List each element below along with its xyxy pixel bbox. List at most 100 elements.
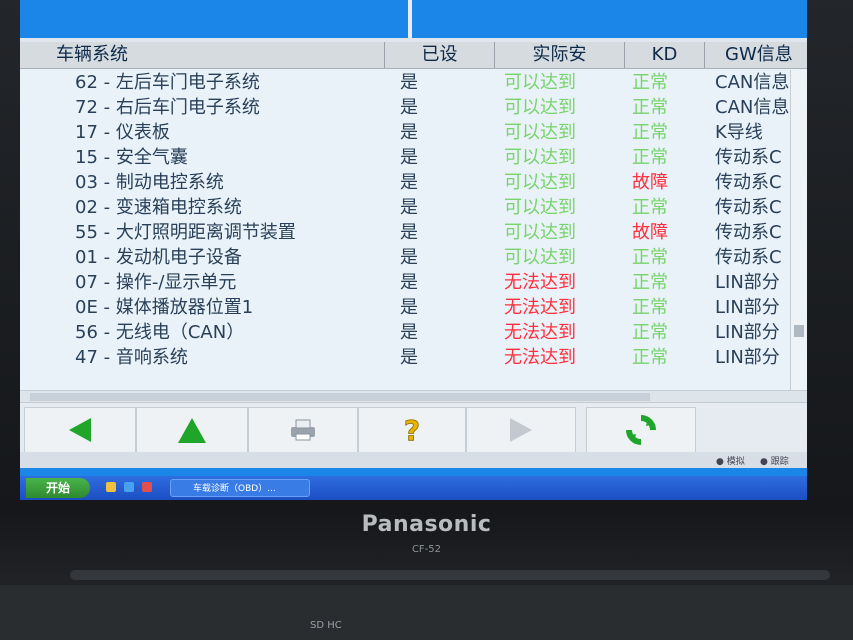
row-gw-info: K导线	[715, 122, 763, 143]
row-set-value: 是	[400, 297, 418, 318]
table-row[interactable]: 07 - 操作-/显示单元 是 无法达到 正常 LIN部分	[20, 270, 790, 295]
row-system-name: 72 - 右后车门电子系统	[75, 97, 260, 118]
row-gw-info: 传动系C	[715, 247, 782, 268]
start-button[interactable]: 开始	[26, 478, 90, 498]
refresh-button[interactable]	[586, 407, 696, 453]
row-gw-info: LIN部分	[715, 347, 780, 368]
row-gw-info: LIN部分	[715, 272, 780, 293]
row-set-value: 是	[400, 147, 418, 168]
row-kd-status: 正常	[632, 147, 668, 168]
top-pane-right	[412, 0, 807, 38]
row-actual-status: 无法达到	[504, 322, 576, 343]
help-button[interactable]: ?	[358, 407, 466, 453]
row-gw-info: 传动系C	[715, 197, 782, 218]
row-actual-status: 可以达到	[504, 222, 576, 243]
brand-logo: Panasonic	[361, 512, 492, 537]
table-body: 62 - 左后车门电子系统是可以达到 正常 CAN信息 72 - 右后车门电子系统是可…	[20, 70, 790, 390]
row-system-name: 02 - 变速箱电控系统	[75, 197, 242, 218]
systems-table: 车辆系统 已设 实际安 KD GW信息 62 - 左后车门电子系统是可以达到 正常…	[20, 42, 807, 403]
table-row[interactable]: 15 - 安全气囊 是 可以达到 正常 传动系C	[20, 145, 790, 170]
row-gw-info: LIN部分	[715, 297, 780, 318]
table-row[interactable]: 72 - 右后车门电子系统 是 可以达到 正常 CAN信息	[20, 95, 790, 120]
row-set-value: 是	[400, 122, 418, 143]
table-row[interactable]: 0E - 媒体播放器位置1 是 无法达到 正常 LIN部分	[20, 295, 790, 320]
row-set-value: 是	[400, 247, 418, 268]
model-label: CF-52	[411, 544, 442, 555]
table-row[interactable]: 01 - 发动机电子设备 是 可以达到 正常 传动系C	[20, 245, 790, 270]
status-mode2-label: 跟踪	[770, 457, 789, 467]
table-row[interactable]: 17 - 仪表板 是 可以达到 正常 K导线	[20, 120, 790, 145]
arrow-up-icon	[178, 418, 206, 443]
row-system-name: 07 - 操作-/显示单元	[75, 272, 237, 293]
col-header-gw[interactable]: GW信息	[705, 42, 807, 68]
row-kd-status: 故障	[632, 222, 668, 243]
row-system-name: 01 - 发动机电子设备	[75, 247, 242, 268]
arrow-left-icon	[69, 418, 91, 442]
quicklaunch-icon-3[interactable]	[142, 482, 152, 492]
arrow-right-icon	[510, 418, 532, 442]
window-bottom-strip	[20, 468, 807, 476]
taskbar: 开始 车载诊断（OBD）...	[20, 476, 807, 500]
col-header-actual[interactable]: 实际安	[495, 42, 625, 68]
row-system-name: 47 - 音响系统	[75, 347, 188, 368]
screen: 车辆系统 已设 实际安 KD GW信息 62 - 左后车门电子系统是可以达到 正常…	[20, 0, 807, 500]
row-gw-info: 传动系C	[715, 147, 782, 168]
table-row[interactable]: 55 - 大灯照明距离调节装置 是 可以达到 故障 传动系C	[20, 220, 790, 245]
row-gw-info: 传动系C	[715, 222, 782, 243]
scroll-thumb[interactable]	[794, 325, 804, 337]
row-kd-status: 正常	[632, 97, 668, 118]
row-system-name: 03 - 制动电控系统	[75, 172, 224, 193]
row-set-value: 是	[400, 347, 418, 368]
col-header-kd[interactable]: KD	[625, 42, 705, 68]
forward-button[interactable]	[466, 407, 576, 453]
row-kd-status: 故障	[632, 172, 668, 193]
status-bar: ● 模拟 ● 跟踪	[20, 452, 807, 468]
table-row[interactable]: 47 - 音响系统 是 无法达到 正常 LIN部分	[20, 345, 790, 370]
row-actual-status: 可以达到	[504, 197, 576, 218]
print-button[interactable]	[248, 407, 358, 453]
row-kd-status: 正常	[632, 247, 668, 268]
row-system-name: 0E - 媒体播放器位置1	[75, 297, 254, 318]
table-row[interactable]: 62 - 左后车门电子系统 是 可以达到 正常 CAN信息	[20, 70, 790, 95]
quicklaunch-icon-2[interactable]	[124, 482, 134, 492]
toolbar: ?	[20, 402, 807, 459]
row-set-value: 是	[400, 222, 418, 243]
up-button[interactable]	[136, 407, 248, 453]
quicklaunch-icon-1[interactable]	[106, 482, 116, 492]
row-set-value: 是	[400, 272, 418, 293]
row-actual-status: 无法达到	[504, 347, 576, 368]
row-actual-status: 可以达到	[504, 97, 576, 118]
row-actual-status: 可以达到	[504, 72, 576, 93]
row-kd-status: 正常	[632, 297, 668, 318]
row-gw-info: 传动系C	[715, 172, 782, 193]
row-set-value: 是	[400, 72, 418, 93]
row-kd-status: 正常	[632, 72, 668, 93]
sd-label: SD HC	[310, 620, 342, 631]
help-icon: ?	[403, 415, 420, 445]
row-gw-info: CAN信息	[715, 97, 790, 118]
status-mode1: ● 模拟	[716, 457, 745, 467]
table-row[interactable]: 02 - 变速箱电控系统 是 可以达到 正常 传动系C	[20, 195, 790, 220]
printer-icon	[291, 419, 315, 441]
row-actual-status: 无法达到	[504, 297, 576, 318]
status-mode1-label: 模拟	[726, 457, 745, 467]
col-header-set[interactable]: 已设	[385, 42, 495, 68]
vertical-scrollbar[interactable]	[790, 70, 807, 390]
taskbar-item-obd[interactable]: 车载诊断（OBD）...	[170, 479, 310, 497]
table-row[interactable]: 56 - 无线电（CAN） 是 无法达到 正常 LIN部分	[20, 320, 790, 345]
h-scroll-thumb[interactable]	[30, 393, 650, 401]
hinge	[70, 570, 830, 580]
table-row[interactable]: 03 - 制动电控系统 是 可以达到 故障 传动系C	[20, 170, 790, 195]
row-kd-status: 正常	[632, 322, 668, 343]
row-set-value: 是	[400, 172, 418, 193]
row-system-name: 17 - 仪表板	[75, 122, 170, 143]
row-kd-status: 正常	[632, 272, 668, 293]
table-header: 车辆系统 已设 实际安 KD GW信息	[20, 42, 807, 69]
back-button[interactable]	[24, 407, 136, 453]
row-set-value: 是	[400, 197, 418, 218]
row-gw-info: LIN部分	[715, 322, 780, 343]
row-actual-status: 可以达到	[504, 172, 576, 193]
row-system-name: 56 - 无线电（CAN）	[75, 322, 245, 343]
col-header-system[interactable]: 车辆系统	[20, 42, 385, 68]
row-kd-status: 正常	[632, 197, 668, 218]
